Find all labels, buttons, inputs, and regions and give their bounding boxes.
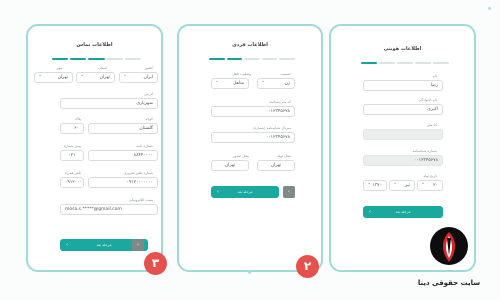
- next-step-button[interactable]: ‹ مرحله بعد: [363, 206, 443, 218]
- province-select[interactable]: تهران: [76, 72, 115, 83]
- birth-day-select[interactable]: ۲۰: [417, 180, 443, 191]
- personal-info-card: اطلاعات فردی جنسیت وضعیت تاهل زن متاهل ک…: [177, 24, 323, 272]
- national-code-label: کد ملی: [426, 123, 437, 127]
- city-label: شهر: [56, 66, 63, 70]
- chevron-left-icon: ‹: [288, 189, 290, 195]
- step-progress: [361, 62, 449, 64]
- card-title: اطلاعات فردی: [232, 42, 268, 48]
- national-id-label: کد ملی/شناسه: [269, 100, 291, 104]
- contact-info-card: اطلاعات تماس کشور استان شهر ایران تهران …: [26, 24, 163, 272]
- city-select[interactable]: تهران: [34, 72, 73, 83]
- gender-label: جنسیت: [280, 72, 291, 76]
- passport-label: سریال شناسنامه (شماره): [253, 126, 291, 130]
- plaque-label: پلاک: [74, 117, 81, 121]
- area-code-label: پیش شماره: [63, 144, 81, 148]
- birth-date-label: تاریخ تولد: [423, 174, 437, 178]
- mobile2-label: تلفن همراه: [64, 171, 81, 175]
- passport-field[interactable]: ۰۰۱۲۳۴۵۶۷۸: [211, 132, 295, 143]
- next-step-label: مرحله بعد: [395, 210, 411, 214]
- brand-name: سایت حقوقی دینا: [417, 279, 481, 287]
- id-number-label: شماره شناسنامه: [412, 149, 437, 153]
- arrow-left-icon: ‹: [217, 189, 219, 195]
- alley-field[interactable]: گلستان: [88, 123, 158, 134]
- decor-dot: [248, 271, 251, 274]
- birth-city-field[interactable]: تهران: [257, 160, 295, 171]
- national-id-field[interactable]: ۰۰۱۲۳۴۵۶۷۸: [211, 106, 295, 117]
- composite-screenshot: اطلاعات تماس کشور استان شهر ایران تهران …: [0, 0, 500, 300]
- area-code-field[interactable]: ۰۲۱: [60, 150, 84, 161]
- last-name-label: نام خانوادگی: [418, 98, 437, 102]
- next-step-button[interactable]: ‹ مرحله بعد: [211, 186, 279, 198]
- step-progress: [52, 58, 142, 60]
- id-number-field[interactable]: ۰۰۱۲۳۴۵۶۷۸: [363, 155, 443, 166]
- marital-select[interactable]: متاهل: [211, 78, 249, 89]
- address-field[interactable]: شهریاری: [60, 98, 158, 109]
- country-label: کشور: [144, 66, 153, 70]
- step-badge-2: ۲: [296, 255, 319, 278]
- next-step-label: مرحله بعد: [96, 243, 112, 247]
- arrow-left-icon: ‹: [66, 242, 68, 248]
- marital-label: وضعیت تاهل: [232, 72, 252, 76]
- step-progress: [209, 58, 295, 60]
- plaque-field[interactable]: ۶۰: [60, 123, 84, 134]
- first-name-field[interactable]: رضا: [363, 80, 443, 91]
- birthplace-field[interactable]: تهران: [211, 160, 249, 171]
- mobile-label: شماره تلفن ضروری: [123, 171, 153, 175]
- card-title: اطلاعات هویتی: [383, 46, 422, 52]
- last-name-field[interactable]: اکبری: [363, 104, 443, 115]
- back-button[interactable]: ‹: [132, 239, 144, 251]
- landline-field[interactable]: ۸۸۴۴۰۰۰۰: [88, 150, 158, 161]
- mobile2-field[interactable]: ۰۹۱۲۰۰۰۰۰۰۰: [60, 177, 84, 188]
- decor-dot: [488, 7, 491, 10]
- card-title: اطلاعات تماس: [76, 42, 113, 48]
- back-button[interactable]: ‹: [283, 186, 295, 198]
- birth-month-select[interactable]: تیر: [389, 180, 415, 191]
- birth-year-select[interactable]: ۱۳۷۰: [363, 180, 387, 191]
- landline-label: شماره ثابت: [135, 144, 153, 148]
- province-label: استان: [98, 66, 107, 70]
- email-label: پست الکترونیکی: [128, 198, 153, 202]
- alley-label: کوچه: [145, 117, 153, 121]
- first-name-label: نام: [432, 74, 437, 78]
- chevron-left-icon: ‹: [137, 242, 139, 248]
- birth-city-label: محل تولد: [277, 154, 291, 158]
- country-select[interactable]: ایران: [119, 72, 158, 83]
- next-step-label: مرحله بعد: [237, 190, 253, 194]
- address-label: آدرس: [144, 92, 154, 96]
- mobile-field[interactable]: ۰۹۱۲۰۰۰۰۰۰۰: [88, 177, 158, 188]
- national-code-field[interactable]: [363, 129, 443, 140]
- dina-logo-icon: [430, 227, 468, 265]
- step-badge-3: ۳: [144, 252, 167, 275]
- gender-select[interactable]: زن: [257, 78, 295, 89]
- birthplace-label: محل صدور: [232, 154, 249, 158]
- arrow-left-icon: ‹: [369, 209, 371, 215]
- email-field[interactable]: mosa.s.*****@gmail.com: [60, 204, 158, 215]
